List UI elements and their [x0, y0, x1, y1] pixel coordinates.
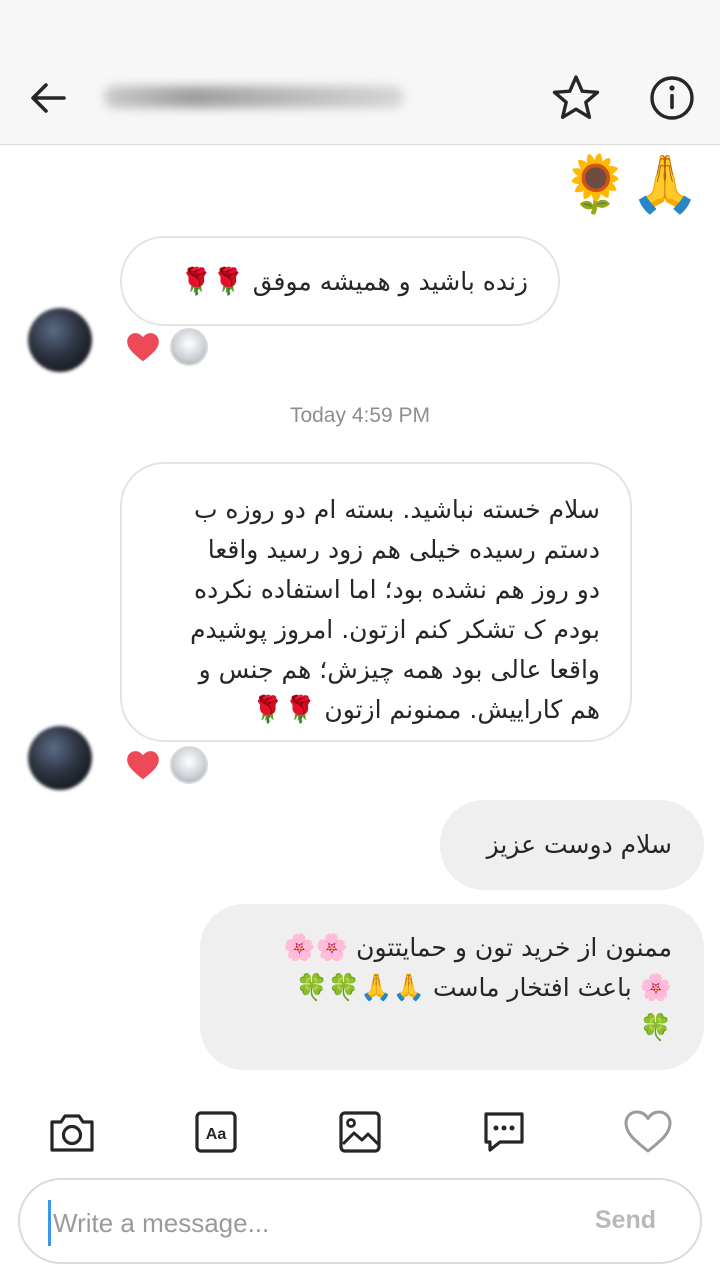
- message-line: 🌸 باعث افتخار ماست 🙏🙏🍀🍀: [228, 968, 673, 1008]
- chat-bubble-icon[interactable]: [476, 1104, 532, 1160]
- chat-header: [0, 0, 720, 145]
- message-input[interactable]: [48, 1200, 555, 1246]
- info-icon[interactable]: [646, 72, 698, 124]
- star-icon[interactable]: [550, 72, 602, 124]
- emoji-message[interactable]: 🌻🙏: [561, 150, 700, 220]
- message-text: هم کاراییش. ممنونم ازتون: [324, 695, 600, 724]
- blossom-emoji: 🌸: [639, 973, 672, 1003]
- message-line: بودم ک تشکر کنم ازتون. امروز پوشیدم: [190, 615, 600, 644]
- svg-text:Aa: Aa: [206, 1126, 227, 1143]
- heart-icon[interactable]: [620, 1104, 676, 1160]
- timestamp: Today 4:59 PM: [289, 404, 431, 427]
- message-line-last: هم کاراییش. ممنونم ازتون 🌹🌹: [150, 690, 600, 730]
- message-line: واقعا عالی بود همه چیزش؛ هم جنس و: [198, 655, 600, 684]
- message-line: ممنون از خرید تون و حمایتتون 🌸🌸: [228, 928, 672, 968]
- message-text: زنده باشید و همیشه موفق: [252, 267, 528, 296]
- outgoing-message-bubble[interactable]: سلام دوست عزیز: [440, 800, 704, 890]
- message-line: سلام خسته نباشید. بسته ام دو روزه ب: [193, 495, 600, 524]
- send-button[interactable]: Send: [595, 1206, 656, 1235]
- message-line: 🍀: [228, 1008, 672, 1048]
- rose-emoji: 🌹🌹: [251, 695, 317, 725]
- message-text: ممنون از خرید تون و حمایتتون: [356, 933, 672, 962]
- contact-name-blurred[interactable]: [104, 86, 404, 108]
- emoji-text: 🌻🙏: [560, 152, 700, 217]
- message-composer: Send: [18, 1178, 702, 1264]
- message-reactions[interactable]: [124, 746, 208, 784]
- sender-avatar[interactable]: [28, 726, 92, 790]
- gallery-icon[interactable]: [332, 1104, 388, 1160]
- message-line: دو روز هم نشده بود؛ اما استفاده نکرده: [194, 575, 600, 604]
- sender-avatar[interactable]: [28, 308, 92, 372]
- heart-reaction-icon: [127, 751, 159, 780]
- heart-reaction-icon: [127, 333, 159, 362]
- composer-toolbar: Aa: [0, 1100, 720, 1164]
- outgoing-message-bubble[interactable]: ممنون از خرید تون و حمایتتون 🌸🌸 🌸 باعث ا…: [200, 904, 704, 1070]
- message-line: دستم رسیده خیلی هم زود رسید واقعا: [207, 535, 600, 564]
- rose-emoji: 🌹🌹: [180, 267, 245, 297]
- back-arrow-icon[interactable]: [24, 74, 72, 122]
- reactor-avatar: [170, 746, 208, 784]
- message-reactions[interactable]: [124, 328, 208, 366]
- incoming-message-bubble[interactable]: زنده باشید و همیشه موفق 🌹🌹: [120, 236, 560, 326]
- clover-emoji: 🍀: [639, 1013, 672, 1043]
- camera-icon[interactable]: [44, 1104, 100, 1160]
- blossom-emoji: 🌸🌸: [283, 933, 349, 963]
- reactor-avatar: [170, 328, 208, 366]
- text-style-icon[interactable]: Aa: [188, 1104, 244, 1160]
- pray-clover-emoji: 🙏🙏🍀🍀: [295, 973, 426, 1003]
- message-text: سلام دوست عزیز: [486, 830, 672, 859]
- message-text: باعث افتخار ماست: [432, 973, 632, 1002]
- incoming-message-bubble[interactable]: سلام خسته نباشید. بسته ام دو روزه ب دستم…: [120, 462, 632, 742]
